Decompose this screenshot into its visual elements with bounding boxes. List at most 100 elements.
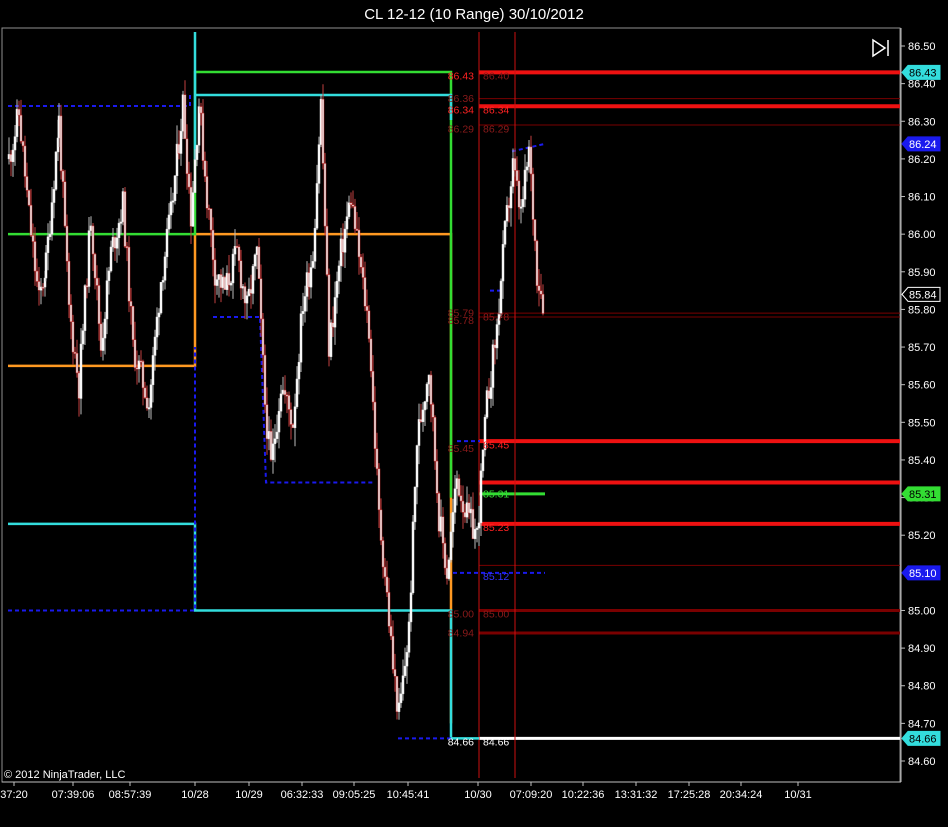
candle-body [46, 236, 50, 253]
candle-body [255, 246, 259, 256]
candle-body [325, 225, 329, 275]
y-tick-label: 86.00 [908, 229, 936, 241]
candle-body [127, 246, 131, 302]
candle-body [271, 443, 275, 461]
y-tick-label: 86.20 [908, 154, 936, 166]
candle-body [139, 360, 143, 363]
candle-body [75, 353, 79, 374]
candle-body [39, 286, 43, 291]
candle-body [275, 431, 279, 439]
candle-body [31, 235, 35, 242]
candle-body [493, 344, 497, 349]
candle-body [205, 176, 209, 209]
candle-body [13, 136, 17, 151]
candle-body [93, 253, 97, 279]
candle-body [387, 592, 391, 627]
candle-body [167, 214, 171, 230]
candle-body [501, 244, 505, 282]
level-label-left: 86.29 [448, 123, 474, 135]
candle-body [207, 208, 211, 211]
y-tick-label: 85.70 [908, 342, 936, 354]
candle-body [69, 304, 73, 322]
candle-body [277, 410, 281, 433]
candle-body [421, 409, 425, 422]
candle-body [209, 208, 213, 231]
x-tick-label: 08:57:39 [109, 789, 152, 801]
candle-body [377, 468, 381, 511]
candle-body [395, 676, 399, 712]
candle-body [95, 277, 99, 286]
candle-body [413, 486, 417, 523]
candle-body [451, 512, 455, 533]
candle-body [411, 521, 415, 594]
y-tick-label: 85.80 [908, 304, 936, 316]
candle-body [521, 199, 525, 208]
candle-body [17, 108, 21, 116]
candle-body [237, 246, 241, 261]
candle-body [331, 322, 335, 328]
candle-body [295, 378, 299, 407]
candle-body [15, 108, 19, 137]
candle-body [403, 665, 407, 677]
candle-body [375, 448, 379, 470]
x-tick-label: 17:25:28 [668, 789, 711, 801]
y-tick-label: 84.80 [908, 681, 936, 693]
candle-body [225, 272, 229, 290]
candle-body [443, 542, 447, 569]
candle-body [52, 189, 56, 203]
candle-body [391, 635, 395, 670]
y-axis: 86.50 86.40 86.30 86.20 86.10 86.00 85.90 85.80… [900, 28, 941, 782]
candle-body [153, 336, 157, 356]
candle-body [429, 374, 433, 405]
level-label-left: 85.00 [448, 609, 474, 621]
candle-body [293, 406, 297, 429]
level-label-right: 86.40 [483, 71, 509, 83]
candle-body [171, 200, 175, 203]
candle-body [159, 281, 163, 314]
candle-body [173, 175, 177, 202]
candle-body [507, 205, 511, 209]
level-label-right: 85.00 [483, 609, 509, 621]
candle-body [433, 417, 437, 462]
candle-body [269, 431, 273, 461]
y-tick-label: 85.60 [908, 380, 936, 392]
candle-body [505, 205, 509, 222]
play-to-end-icon[interactable] [871, 38, 891, 58]
candle-body [321, 98, 325, 164]
candle-body [50, 202, 54, 235]
candle-body [243, 286, 247, 304]
candle-body [87, 230, 91, 287]
price-chart[interactable]: CL 12-12 (10 Range) 30/10/2012 86.40 86.3… [0, 0, 948, 827]
candle-body [363, 277, 367, 307]
candle-body [495, 324, 499, 349]
candle-body [253, 254, 257, 267]
candle-body [311, 261, 315, 268]
candle-body [103, 318, 107, 339]
candle-body [155, 316, 159, 338]
candle-body [455, 478, 459, 489]
candle-body [267, 431, 271, 440]
y-tick-label: 85.40 [908, 455, 936, 467]
level-label-right: 85.45 [483, 439, 509, 451]
candle-body [361, 267, 365, 278]
y-tick-label: 86.30 [908, 116, 936, 128]
candle-body [157, 312, 161, 318]
candle-body [119, 221, 123, 224]
level-label-right: 85.31 [483, 488, 509, 500]
candle-body [347, 202, 351, 217]
x-axis: 37:20 07:39:06 08:57:39 10/28 10/29 06:32:33 0… [0, 781, 901, 801]
level-label-left: 84.94 [448, 628, 474, 640]
candle-body [319, 98, 323, 145]
candle-body [197, 106, 201, 146]
candle-body [307, 272, 311, 288]
level-label-right: 85.23 [483, 522, 509, 534]
candle-body [357, 229, 361, 258]
candle-body [183, 94, 187, 140]
y-tick-label: 84.70 [908, 718, 936, 730]
candle-body [105, 280, 109, 320]
candle-body [265, 404, 269, 440]
level-label-left: 86.36 [448, 93, 474, 105]
candle-body [289, 409, 293, 425]
candle-body [389, 626, 393, 637]
price-marker-label: 85.10 [909, 568, 937, 580]
